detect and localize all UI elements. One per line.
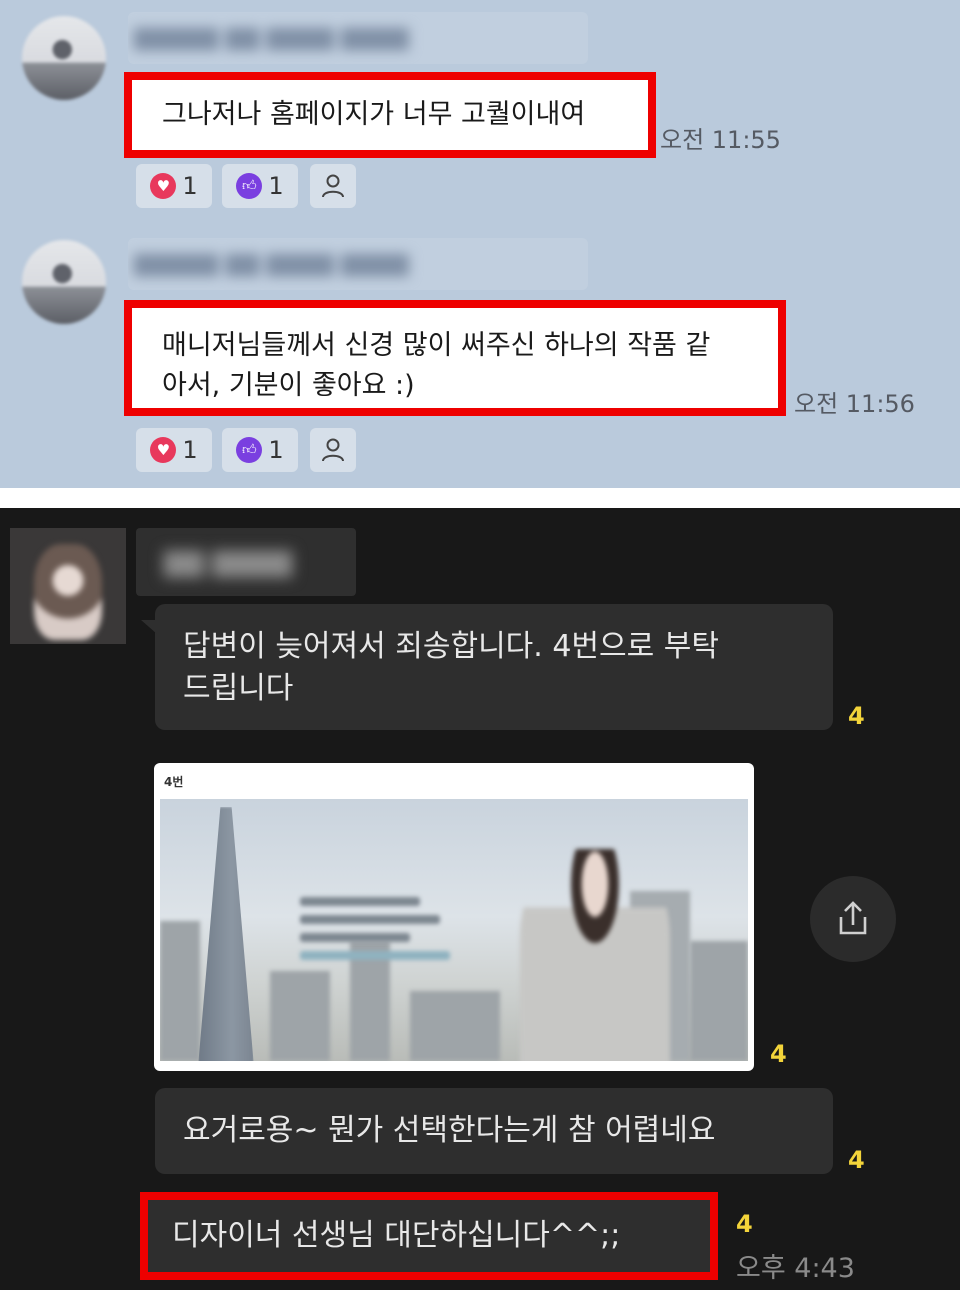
message-text-line: 드립니다 [183, 671, 294, 706]
unread-count: 4 [848, 702, 865, 730]
heart-reaction-button[interactable]: ♥ 1 [136, 428, 212, 472]
website-preview-image [160, 799, 748, 1061]
user-icon [322, 174, 344, 198]
sender-avatar[interactable] [22, 16, 106, 100]
sender-avatar[interactable] [22, 240, 106, 324]
image-label: 4번 [164, 775, 184, 789]
thumbs-up-icon: 👍︎ [236, 173, 263, 199]
heart-icon: ♥ [150, 173, 177, 199]
like-reaction-button[interactable]: 👍︎ 1 [222, 428, 298, 472]
heart-reaction-count: 1 [182, 436, 198, 464]
sender-name-blurred: ▇▇▇▇▇ ▇▇ ▇▇▇▇ ▇▇▇▇ [128, 12, 588, 64]
image-attachment[interactable]: 4번 [154, 763, 754, 1071]
message-bubble[interactable]: 요거로용~ 뭔가 선택한다는게 참 어렵네요 [155, 1088, 833, 1174]
like-reaction-count: 1 [268, 172, 284, 200]
message-text-line: 아서, 기분이 좋아요 :) [162, 370, 415, 401]
message-text-line: 매니저님들께서 신경 많이 써주신 하나의 작품 같 [162, 330, 711, 361]
panel-separator [0, 488, 960, 508]
light-chat-panel: ▇▇▇▇▇ ▇▇ ▇▇▇▇ ▇▇▇▇ 그나저나 홈페이지가 너무 고퀄이내여 오… [0, 0, 960, 488]
heart-reaction-count: 1 [182, 172, 198, 200]
heart-reaction-button[interactable]: ♥ 1 [136, 164, 212, 208]
message-bubble[interactable]: 그나저나 홈페이지가 너무 고퀄이내여 [124, 72, 656, 158]
message-text: 디자이너 선생님 대단하십니다^^;; [172, 1218, 621, 1253]
message-bubble[interactable]: 매니저님들께서 신경 많이 써주신 하나의 작품 같 아서, 기분이 좋아요 :… [124, 300, 786, 416]
user-icon [322, 438, 344, 462]
message-text: 요거로용~ 뭔가 선택한다는게 참 어렵네요 [183, 1113, 716, 1148]
unread-count: 4 [848, 1146, 865, 1174]
message-text-line: 답변이 늦어져서 죄송합니다. 4번으로 부탁 [183, 629, 719, 664]
message-time: 오전 11:55 [660, 126, 781, 154]
like-reaction-button[interactable]: 👍︎ 1 [222, 164, 298, 208]
heart-icon: ♥ [150, 437, 177, 463]
message-bubble[interactable]: 디자이너 선생님 대단하십니다^^;; [140, 1192, 718, 1280]
share-button[interactable] [810, 876, 896, 962]
unread-count: 4 [736, 1210, 753, 1238]
thumbs-up-icon: 👍︎ [236, 437, 263, 463]
reactors-button[interactable] [310, 164, 356, 208]
unread-count: 4 [770, 1040, 787, 1068]
message-bubble[interactable]: 답변이 늦어져서 죄송합니다. 4번으로 부탁 드립니다 [141, 604, 833, 730]
sender-name-blurred: ▇▇ ▇▇▇▇ [136, 528, 356, 596]
like-reaction-count: 1 [268, 436, 284, 464]
message-time: 오후 4:43 [736, 1253, 855, 1284]
reactors-button[interactable] [310, 428, 356, 472]
sender-name-blurred: ▇▇▇▇▇ ▇▇ ▇▇▇▇ ▇▇▇▇ [128, 238, 588, 290]
sender-avatar[interactable] [10, 528, 126, 644]
message-text: 그나저나 홈페이지가 너무 고퀄이내여 [162, 99, 586, 130]
message-time: 오전 11:56 [794, 390, 915, 418]
share-icon [839, 901, 867, 935]
